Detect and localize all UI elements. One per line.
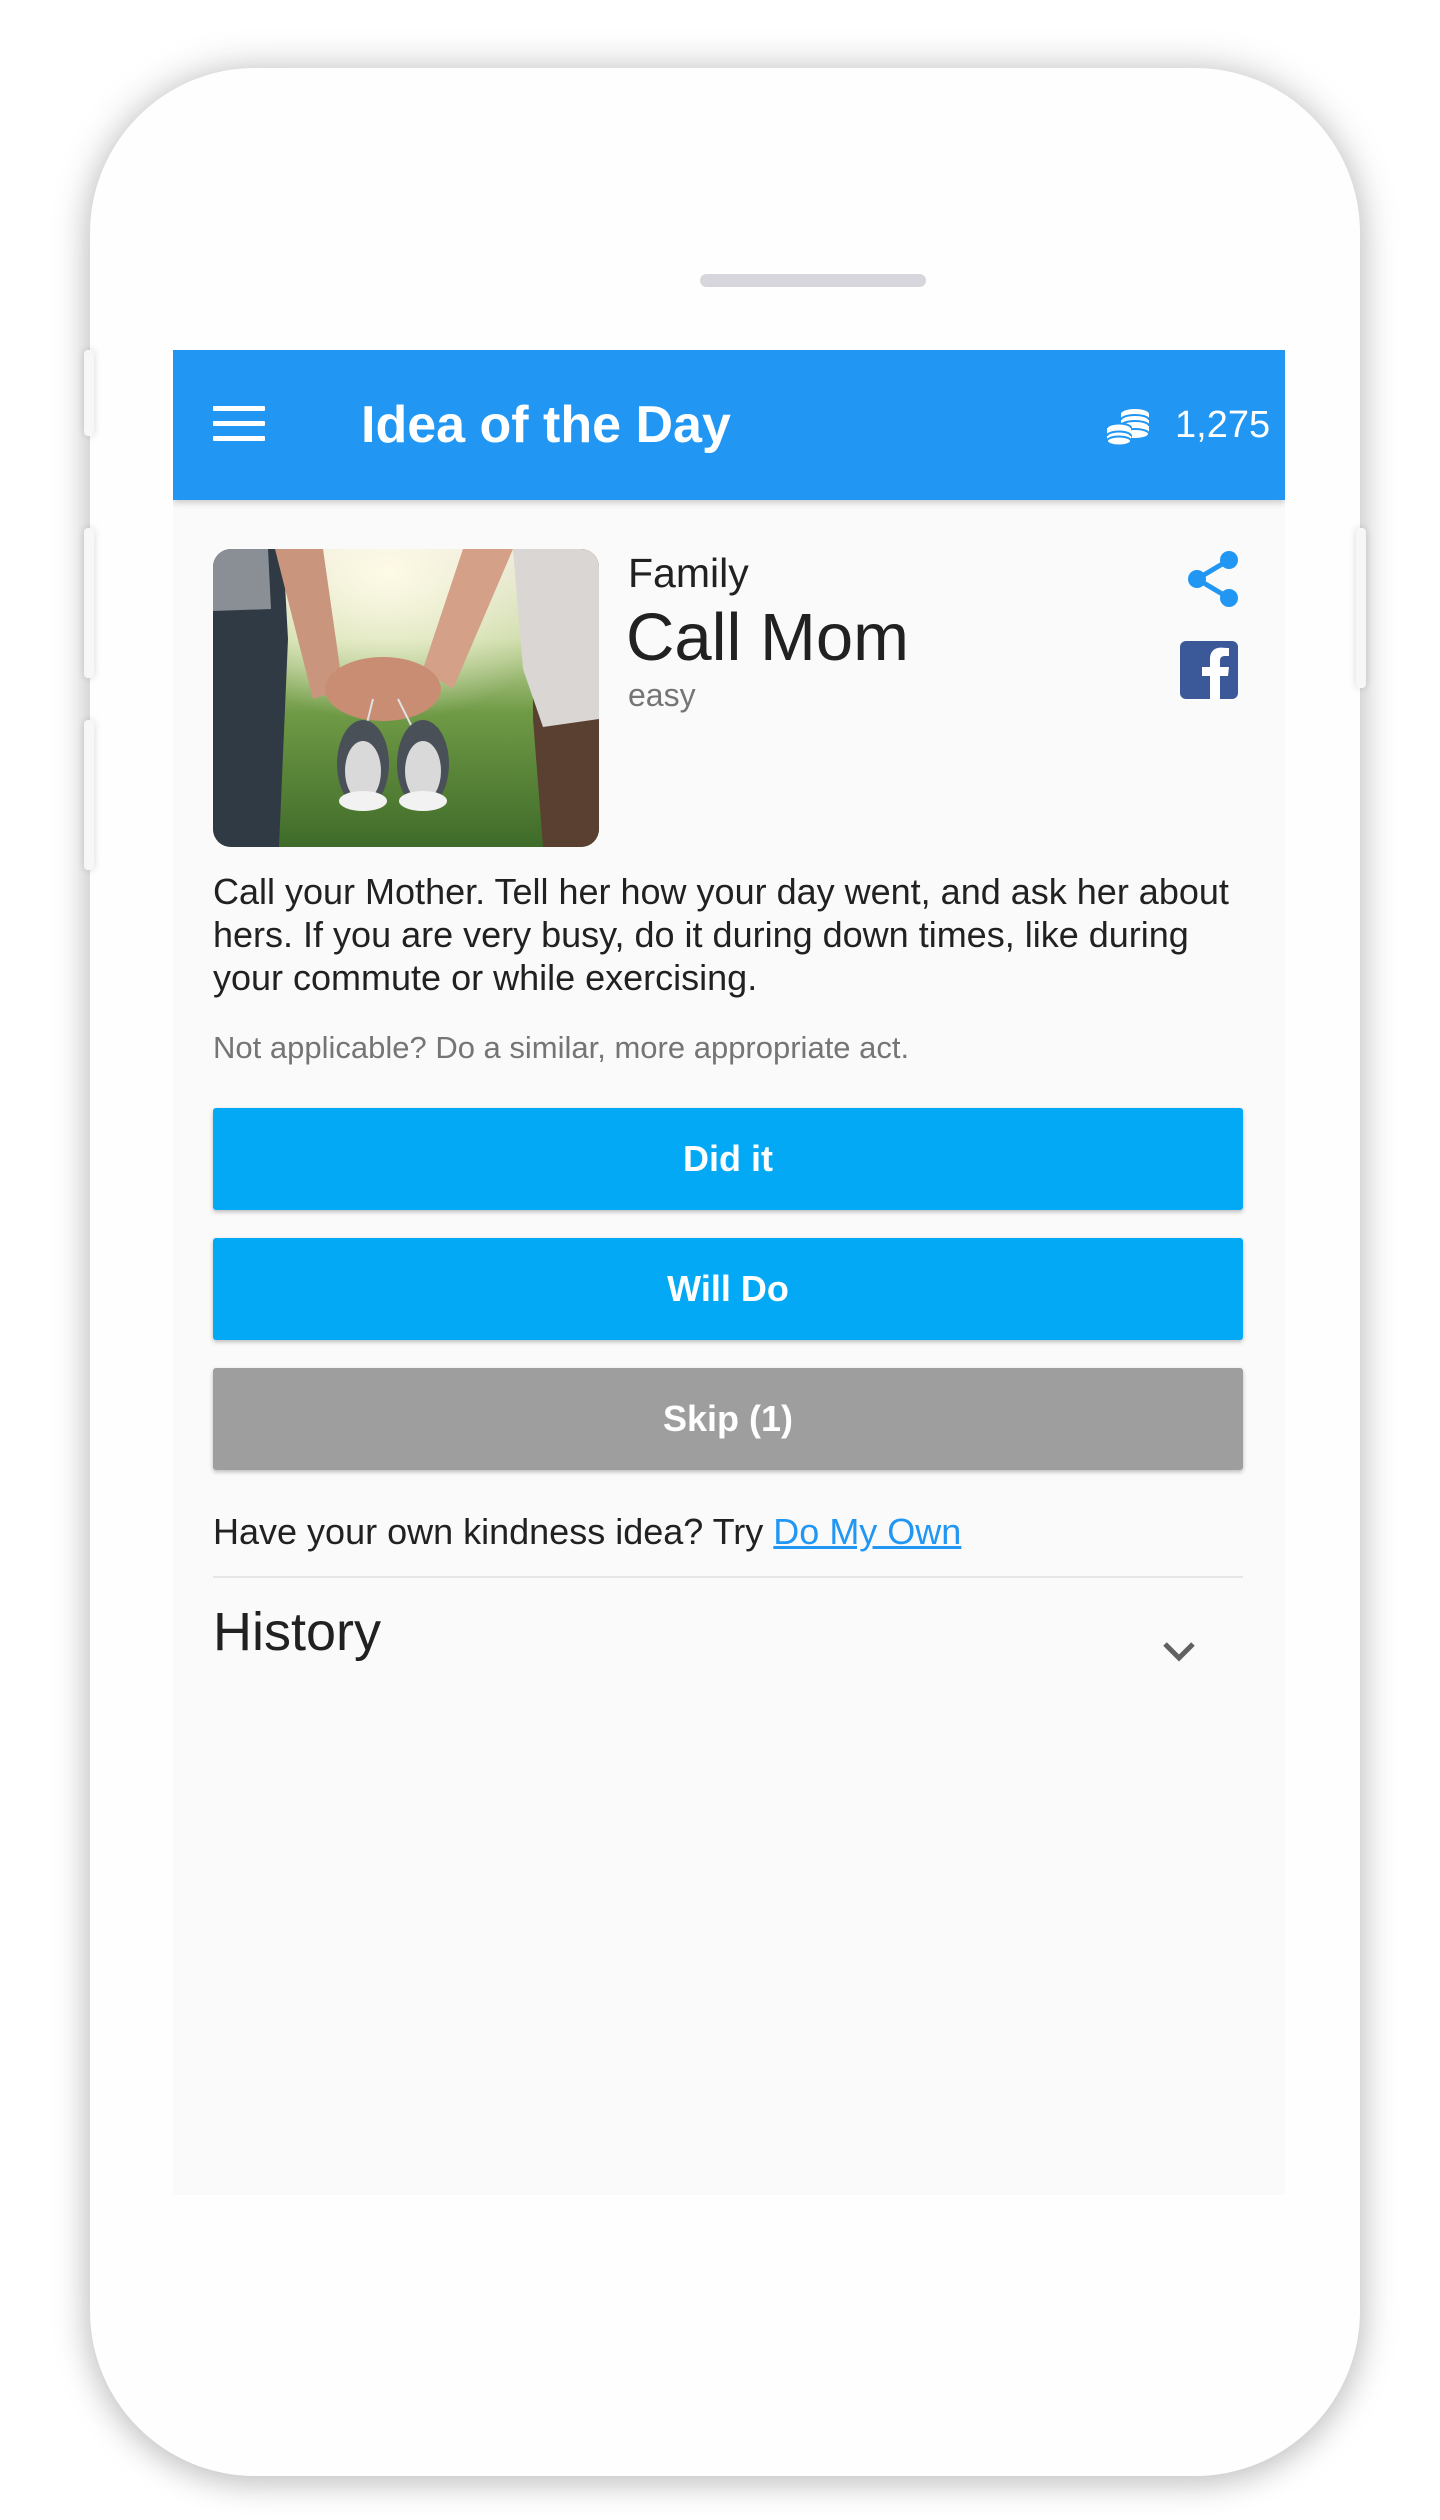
- did-it-button[interactable]: Did it: [213, 1108, 1243, 1210]
- phone-side-button: [84, 350, 94, 436]
- coin-count: 1,275: [1175, 404, 1271, 446]
- app-screen: Idea of the Day 1,275 Family Call Mom ea…: [173, 350, 1285, 2195]
- idea-difficulty: easy: [628, 677, 696, 713]
- phone-side-button: [84, 720, 94, 870]
- coin-stack-icon: [1106, 409, 1150, 446]
- applicability-note: Not applicable? Do a similar, more appro…: [213, 1030, 910, 1065]
- idea-image: [213, 549, 599, 847]
- history-section-header[interactable]: History: [213, 1578, 1243, 1688]
- own-idea-text: Have your own kindness idea? Try: [213, 1511, 774, 1552]
- share-icon[interactable]: [1185, 550, 1241, 608]
- phone-side-button: [84, 528, 94, 678]
- app-bar: Idea of the Day 1,275: [173, 350, 1285, 500]
- skip-button[interactable]: Skip (1): [213, 1368, 1243, 1470]
- page-title: Idea of the Day: [361, 396, 731, 454]
- will-do-button[interactable]: Will Do: [213, 1238, 1243, 1340]
- phone-side-button: [1356, 528, 1366, 688]
- own-idea-prompt: Have your own kindness idea? Try Do My O…: [213, 1510, 961, 1554]
- history-title: History: [213, 1602, 382, 1662]
- phone-speaker: [700, 274, 926, 287]
- hamburger-menu-icon[interactable]: [213, 406, 265, 442]
- facebook-f-glyph: [1202, 647, 1229, 699]
- facebook-icon[interactable]: [1180, 641, 1238, 699]
- idea-photo: [213, 549, 599, 847]
- idea-description: Call your Mother. Tell her how your day …: [213, 871, 1229, 998]
- idea-title: Call Mom: [626, 600, 909, 675]
- chevron-down-icon[interactable]: [1159, 1638, 1199, 1664]
- idea-category: Family: [628, 550, 749, 596]
- do-my-own-link[interactable]: Do My Own: [773, 1511, 961, 1552]
